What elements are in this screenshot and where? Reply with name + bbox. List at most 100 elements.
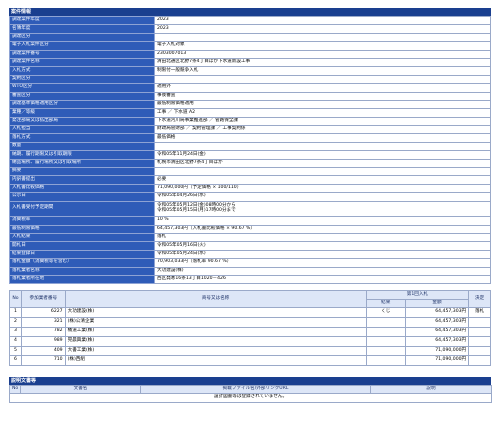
table-row: 4 989 晃晨興業(株) 64,457,303円 <box>9 336 491 347</box>
info-row: 結果登録日 令和05年05月24日(水) <box>9 249 491 260</box>
info-value: 必要 <box>154 175 491 185</box>
info-label: 消費税率 <box>9 216 155 226</box>
bid-cell-decision <box>468 326 491 338</box>
info-row: 落札業者所在地 西区発寒16条13丁目1020－426 <box>9 274 491 285</box>
bid-cell-decision <box>468 355 491 366</box>
info-row: 入札書受付予定期間 令和05年05月12日(金)08時00分から 令和05年05月1… <box>9 200 491 218</box>
info-label: 開札日 <box>9 241 155 251</box>
info-value <box>154 74 491 85</box>
info-row: 数量 <box>9 141 491 152</box>
bid-cell-amount: 64,457,303円 <box>404 307 470 318</box>
info-row: 調達区分 <box>9 32 491 43</box>
info-label: 業種／等級 <box>9 108 155 118</box>
info-row: 入札方式 制限付一般競争入札 <box>9 66 491 76</box>
bid-cell-amount: 64,457,303円 <box>404 316 470 328</box>
bid-cell-member-no: 710 <box>20 355 66 366</box>
info-value-line: 令和05年05月15日(月)17時00分まで <box>157 207 236 213</box>
info-row: 落札方式 最低価格 <box>9 133 491 143</box>
info-label: 落札方式 <box>9 133 155 143</box>
info-value: 下水道河川局事業推進部 ／ 管路保全課 <box>154 116 491 127</box>
info-value: 令和05年05月12日(金)08時00分から 令和05年05月15日(月)17時0… <box>154 200 491 218</box>
info-value: 適用外 <box>154 83 491 93</box>
table-row: 6 710 (株)西組 71,090,000円 <box>9 355 491 366</box>
info-label: 調達基準価格適用区分 <box>9 99 155 110</box>
info-value: 西区発寒16条13丁目1020－426 <box>154 274 491 285</box>
bid-cell-no: 4 <box>9 336 22 347</box>
info-label: 落札業者名称 <box>9 266 155 276</box>
bid-col-name: 商号又は名称 <box>64 290 367 309</box>
info-row: 公示日 令和05年04月26日(水) <box>9 192 491 202</box>
info-row: 入札結果 落札 <box>9 232 491 243</box>
info-row: 納品場所、履行場所又は引取場所 札幌市清田区北野7条4丁目ほか <box>9 158 491 169</box>
bid-cell-result <box>365 355 406 366</box>
bid-cell-no: 2 <box>9 316 22 328</box>
info-value: 制限付一般競争入札 <box>154 66 491 76</box>
docs-col-no: No <box>9 384 21 394</box>
info-row: 調達案件名称 清田北通区北野7条4丁目ほか下水道新設工事 <box>9 57 491 68</box>
table-row: 5 409 大書工業(株) 71,090,000円 <box>9 345 491 357</box>
info-row: 入札書比較価格 71,090,000円（予定価格 × 100/110） <box>9 183 491 194</box>
bid-cell-amount: 71,090,000円 <box>404 355 470 366</box>
info-row: 落札金額（消費税等を含む） 70,903,033円（落札率 90.67 %） <box>9 258 491 268</box>
info-row: 摘要 <box>9 167 491 177</box>
info-value: 2023 <box>154 15 491 26</box>
bid-cell-decision <box>468 336 491 347</box>
docs-empty-message: 設計図書等は登録されていません。 <box>9 392 492 403</box>
info-value: 令和05年05月24日(水) <box>154 249 491 260</box>
bid-cell-decision <box>468 316 491 328</box>
bid-cell-name: 大功建設(株) <box>64 307 367 318</box>
bid-cell-member-no: 321 <box>20 316 66 328</box>
info-row: 消費税率 10 % <box>9 216 491 226</box>
bid-cell-member-no: 782 <box>20 326 66 338</box>
table-row: 1 6227 大功建設(株) くじ 64,457,303円 落札 <box>9 307 491 318</box>
bid-cell-name: 晃晨興業(株) <box>64 336 367 347</box>
info-label: 審査区分 <box>9 91 155 101</box>
info-row: 電子入札案件区分 電子入札対象 <box>9 41 491 51</box>
info-label: 入札方式 <box>9 66 155 76</box>
bid-cell-result <box>365 316 406 328</box>
info-value <box>154 32 491 43</box>
docs-col-doc-name: 文書名 <box>20 384 141 394</box>
info-value: 64,457,303円（入札書比較価格 × 90.67 %） <box>154 224 491 234</box>
bid-cell-amount: 71,090,000円 <box>404 345 470 357</box>
info-row: 調達基準価格適用区分 最低制限価格適用 <box>9 99 491 110</box>
info-label: 落札業者所在地 <box>9 274 155 285</box>
bid-cell-result: くじ <box>365 307 406 318</box>
info-label: 発注部局又は払出部局 <box>9 116 155 127</box>
info-label: 調達案件名称 <box>9 57 155 68</box>
bid-cell-decision: 落札 <box>468 307 491 318</box>
bid-cell-member-no: 989 <box>20 336 66 347</box>
info-value: 清田北通区北野7条4丁目ほか下水道新設工事 <box>154 57 491 68</box>
section-title-info: 案件情報 <box>9 8 491 16</box>
bid-col-result: 結果 <box>365 298 406 309</box>
info-row: 調達案件番号 2303007013 <box>9 49 491 59</box>
info-row: 調達案件年度 2023 <box>9 15 491 26</box>
docs-col-file: 掲載ファイル名/外部リンクURL <box>140 384 371 394</box>
info-value: 大功建設(株) <box>154 266 491 276</box>
bid-cell-name: (株)公清企業 <box>64 316 367 328</box>
info-value: 事後審査 <box>154 91 491 101</box>
info-value: 令和05年05月16日(火) <box>154 241 491 251</box>
info-label: 結果登録日 <box>9 249 155 260</box>
info-row: 業種／等級 工事 ／ 下水道 A2 <box>9 108 491 118</box>
info-row: WTO区分 適用外 <box>9 83 491 93</box>
info-label: 調達区分 <box>9 32 155 43</box>
bid-cell-member-no: 409 <box>20 345 66 357</box>
info-value: 最低価格 <box>154 133 491 143</box>
bid-col-decision: 決定 <box>468 290 491 309</box>
info-value: 令和05年04月26日(水) <box>154 192 491 202</box>
info-row: 納期、履行期限又は引取期限 令和05年11月24日(金) <box>9 150 491 160</box>
info-label: 入札担当 <box>9 125 155 135</box>
table-row: 3 782 桶道工業(株) 64,457,303円 <box>9 326 491 338</box>
bid-col-round: 第1回入札 <box>365 290 470 300</box>
info-label: 入札書比較価格 <box>9 183 155 194</box>
info-row: 落札業者名称 大功建設(株) <box>9 266 491 276</box>
bid-cell-no: 1 <box>9 307 22 318</box>
info-row: 名簿年度 2023 <box>9 24 491 34</box>
info-value: 札幌市清田区北野7条4丁目ほか <box>154 158 491 169</box>
info-label: 数量 <box>9 141 155 152</box>
info-row: 最低制限価格 64,457,303円（入札書比較価格 × 90.67 %） <box>9 224 491 234</box>
bid-col-member-no: 参加業者番号 <box>20 290 66 309</box>
bid-cell-no: 5 <box>9 345 22 357</box>
bid-cell-amount: 64,457,303円 <box>404 326 470 338</box>
